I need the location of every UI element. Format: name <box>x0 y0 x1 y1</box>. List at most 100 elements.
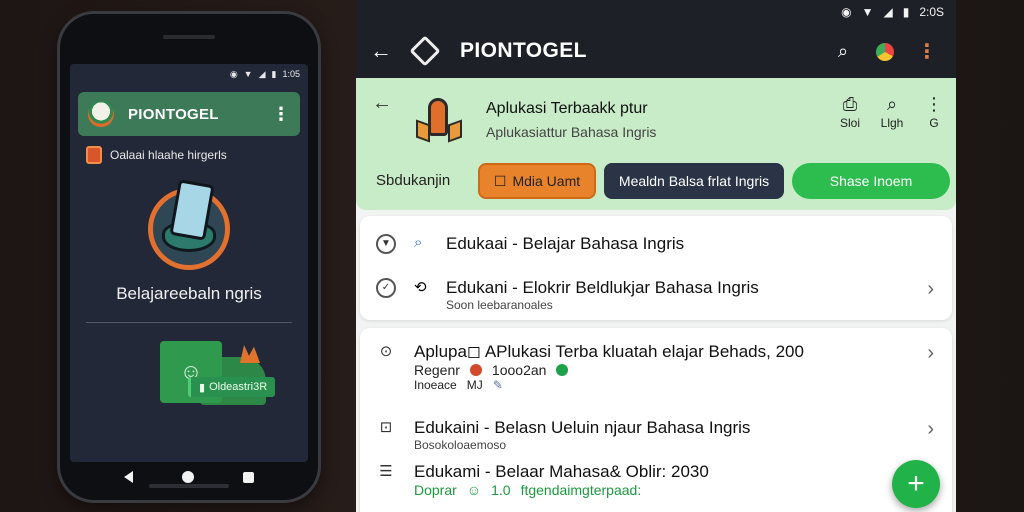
wifi-icon: ▼ <box>243 69 253 79</box>
location-icon: ◉ <box>841 5 852 19</box>
chip-language[interactable]: Mealdn Balsa frlat Ingris <box>604 163 784 199</box>
app-title: PIONTOGEL <box>460 39 587 62</box>
result-card-1: ▼ ⌕ Edukaai - Belajar Bahasa Ingris ✓ ⟲ … <box>360 216 952 320</box>
phone-device: ◉ ▼ ◢ ▮ 1:05 PIONTOGEL ⋮ Oalaai hlaahe h… <box>60 14 318 500</box>
result-card-2: ⊙ Aplupa◻ APlukasi Terba kluatah elajar … <box>360 328 952 512</box>
search-icon: ⌕ <box>886 94 898 114</box>
app-top-bar: ← PIONTOGEL ⌕ ⋮ <box>356 24 956 78</box>
list-item-title: Aplupa◻ APlukasi Terba kluatah elajar Be… <box>414 342 804 361</box>
chip-language-label: Mealdn Balsa frlat Ingris <box>618 173 770 189</box>
list-item-title: Edukami - Belaar Mahasa& Oblir: 2030 <box>414 462 709 481</box>
search-icon: ⌕ <box>414 234 423 251</box>
phone-app-bar: PIONTOGEL ⋮ <box>78 92 300 136</box>
save-icon: ⎙ <box>842 94 858 114</box>
calendar-icon: ⊡ <box>379 419 393 436</box>
meta-value: MJ <box>466 378 483 392</box>
app-badge-icon <box>86 146 102 164</box>
phone-subline-text: Oalaai hlaahe hirgerls <box>110 148 227 162</box>
save-action-button[interactable]: ⎙ Sloi <box>838 94 862 130</box>
header-back-icon[interactable]: ← <box>372 92 392 115</box>
list-item[interactable]: ⊙ Aplupa◻ APlukasi Terba kluatah elajar … <box>360 342 952 404</box>
list-item-subtitle: Bosokoloaemoso <box>414 438 507 452</box>
app-diamond-icon <box>412 38 438 64</box>
app-status-bar: ◉ ▼ ◢ ▮ 2:0S <box>356 0 956 24</box>
header-subtitle: Aplukasiattur Bahasa Ingris <box>486 124 657 140</box>
meta-label: Doprar <box>414 482 457 498</box>
list-item-meta: Regenr 1ooo2an <box>414 362 912 378</box>
nav-recents-icon[interactable] <box>242 471 254 483</box>
more-action-label: G <box>929 116 939 130</box>
chip-share[interactable]: Shase Inoem <box>792 163 950 199</box>
sync-icon: ⟲ <box>414 279 427 296</box>
list-icon: ☰ <box>379 463 393 480</box>
more-icon[interactable]: ⋮ <box>272 104 290 125</box>
signal-icon: ◢ <box>883 5 893 19</box>
phone-status-bar: ◉ ▼ ◢ ▮ 1:05 <box>70 64 308 84</box>
meta-value: 1ooo2an <box>491 362 547 378</box>
verified-icon <box>556 364 569 376</box>
phone-home-indicator <box>149 484 229 488</box>
browser-button[interactable] <box>870 41 900 62</box>
category-label: Sbdukanjin <box>376 172 451 189</box>
back-arrow-icon[interactable]: ← <box>370 38 400 64</box>
status-dot-icon <box>469 364 482 376</box>
phone-screen: ◉ ▼ ◢ ▮ 1:05 PIONTOGEL ⋮ Oalaai hlaahe h… <box>70 64 308 462</box>
phone-divider <box>86 322 292 323</box>
chevron-right-icon: › <box>927 342 934 364</box>
app-logo-icon <box>88 101 114 127</box>
search-icon[interactable]: ⌕ <box>828 41 858 62</box>
phone-illustration-icon <box>148 179 230 270</box>
list-item-subtitle: Soon leebaranoales <box>446 298 553 312</box>
pill-icon: ▮ <box>199 381 206 394</box>
chip-media[interactable]: ☐ Mdia Uamt <box>478 163 596 199</box>
more-action-button[interactable]: ⋮ G <box>922 94 946 130</box>
list-item-text: Edukami - Belaar Mahasa& Oblir: 2030 Dop… <box>414 462 912 498</box>
list-item-text: Edukani - Elokrir Beldlukjar Bahasa Ingr… <box>446 278 912 312</box>
phone-illustration-caption: Belajareebaln ngris <box>116 284 262 303</box>
list-item-meta: Inoeace MJ ✎ <box>414 378 912 392</box>
meta-value: 1.0 <box>491 482 511 498</box>
nav-back-icon[interactable] <box>124 471 134 483</box>
list-item-title: Edukaai - Belajar Bahasa Ingris <box>446 234 685 253</box>
tool-icon: ✎ <box>492 378 503 392</box>
chevron-down-icon: ▼ <box>376 234 396 254</box>
meta-label: Regenr <box>414 362 460 378</box>
battery-icon: ▮ <box>271 68 277 79</box>
add-button[interactable]: + <box>892 460 940 508</box>
check-icon: ✓ <box>376 278 396 298</box>
list-item-title: Edukaini - Belasn Ueluin njaur Bahasa In… <box>414 418 751 437</box>
app-status-time: 2:0S <box>919 5 944 19</box>
chip-share-label: Shase Inoem <box>829 173 913 189</box>
rocket-icon <box>414 92 464 148</box>
list-item[interactable]: ✓ ⟲ Edukani - Elokrir Beldlukjar Bahasa … <box>360 278 952 318</box>
pill-label: Oldeastri3R <box>209 381 268 393</box>
list-item[interactable]: ▼ ⌕ Edukaai - Belajar Bahasa Ingris <box>360 234 952 264</box>
search-action-button[interactable]: ⌕ Llgh <box>880 94 904 130</box>
clock-icon: ⊙ <box>379 343 393 360</box>
meta-text: ftgendaimgterpaad: <box>520 482 642 498</box>
signal-icon: ◢ <box>258 68 266 79</box>
wifi-icon: ▼ <box>861 5 874 19</box>
list-item[interactable]: ☰ Edukami - Belaar Mahasa& Oblir: 2030 D… <box>360 462 952 512</box>
chevron-right-icon: › <box>927 418 934 440</box>
filter-chips: ☐ Mdia Uamt Mealdn Balsa frlat Ingris Sh… <box>478 163 950 199</box>
phone-subline[interactable]: Oalaai hlaahe hirgerls <box>86 146 292 164</box>
more-icon: ⋮ <box>925 94 943 114</box>
phone-status-time: 1:05 <box>282 69 300 79</box>
app-window: ◉ ▼ ◢ ▮ 2:0S ← PIONTOGEL ⌕ ⋮ ← Aplukasi … <box>356 0 956 512</box>
emoji-icon: ☺ <box>466 482 482 498</box>
list-item-text: Edukaini - Belasn Ueluin njaur Bahasa In… <box>414 418 912 452</box>
checkbox-icon: ☐ <box>493 172 507 189</box>
list-item[interactable]: ⊡ Edukaini - Belasn Ueluin njaur Bahasa … <box>360 418 952 458</box>
chevron-right-icon: › <box>927 278 934 300</box>
chrome-icon <box>876 42 894 61</box>
search-action-label: Llgh <box>880 116 904 130</box>
header-actions: ⎙ Sloi ⌕ Llgh ⋮ G <box>838 94 946 130</box>
more-icon[interactable]: ⋮ <box>912 39 942 64</box>
nav-home-icon[interactable] <box>181 471 194 483</box>
location-icon: ◉ <box>229 68 238 79</box>
app-header-card: ← Aplukasi Terbaakk ptur Aplukasiattur B… <box>356 78 956 210</box>
phone-pill-button[interactable]: ▮ Oldeastri3R <box>188 377 276 397</box>
save-action-label: Sloi <box>839 116 860 130</box>
list-item-meta: Doprar ☺ 1.0 ftgendaimgterpaad: <box>414 482 912 498</box>
